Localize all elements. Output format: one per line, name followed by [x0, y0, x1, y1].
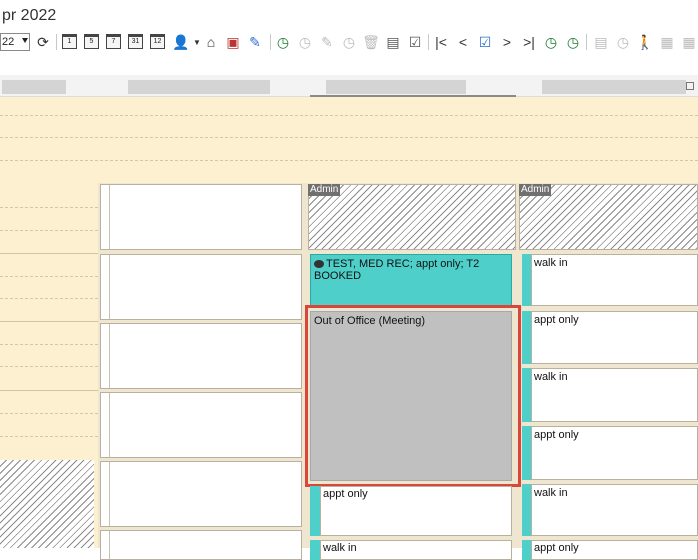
time-slot[interactable]	[100, 530, 302, 560]
appointment-strip	[310, 540, 320, 560]
print-icon: ▤	[594, 33, 608, 50]
home-icon[interactable]: ⌂	[202, 33, 220, 51]
time-divider	[0, 366, 98, 367]
calendar-icon: ▦	[660, 33, 674, 50]
clock-icon: ◷	[298, 33, 312, 50]
appointment-strip	[310, 486, 320, 536]
time-divider	[0, 276, 98, 277]
new-appointment-icon[interactable]: ◷	[274, 33, 292, 51]
week5-view-icon[interactable]: 5	[84, 34, 99, 49]
time-icon: ◷	[616, 33, 630, 50]
admin-label: Admin	[308, 184, 341, 196]
year-view-icon[interactable]: 12	[150, 34, 165, 49]
walk-in-icon[interactable]: 🚶	[636, 33, 654, 51]
admin-label: Admin	[519, 184, 552, 196]
edit-icon: ✎	[321, 33, 333, 50]
appointment[interactable]: appt only	[320, 486, 512, 536]
toolbar-separator	[428, 34, 429, 50]
toolbar-separator	[270, 34, 271, 50]
appointment-text: appt only	[534, 429, 579, 441]
time-slot[interactable]	[100, 461, 302, 527]
clinic-icon[interactable]: ▣	[224, 33, 242, 51]
appointment[interactable]: TEST, MED REC; appt only; T2 BOOKED	[310, 254, 512, 306]
appointment-text: appt only	[323, 488, 368, 500]
assign-user-icon[interactable]: ✎	[246, 33, 264, 51]
column-header-blur	[128, 80, 270, 94]
appointment-text: walk in	[323, 542, 357, 554]
toolbar-separator	[586, 34, 587, 50]
column-header-blur	[2, 80, 66, 94]
time-divider	[0, 436, 98, 437]
time-divider	[0, 390, 98, 391]
date-combo-value: 22	[2, 36, 15, 48]
time-slot[interactable]	[100, 254, 302, 320]
time-divider	[0, 298, 98, 299]
date-combo[interactable]: 22	[0, 33, 30, 51]
day-view-icon[interactable]: 1	[62, 34, 77, 49]
chevron-down-icon[interactable]	[22, 38, 28, 43]
find-slot-user-icon[interactable]: ◷	[564, 33, 582, 51]
today-icon[interactable]: ☑	[476, 33, 494, 51]
time-divider	[0, 413, 98, 414]
first-page-icon[interactable]: |<	[432, 33, 450, 51]
week7-view-icon[interactable]: 7	[106, 34, 121, 49]
schedule-icon[interactable]: ▤	[384, 33, 402, 51]
delete-icon: 🗑	[362, 33, 380, 50]
appointment[interactable]: walk in	[320, 540, 512, 560]
appointment[interactable]: appt only	[531, 540, 698, 560]
all-day-area	[0, 97, 698, 183]
unavailable-block	[0, 460, 94, 548]
move-appointment-icon: ◷	[342, 33, 356, 50]
row-divider	[0, 115, 698, 116]
time-slot[interactable]	[100, 323, 302, 389]
appointment-text: walk in	[534, 371, 568, 383]
find-slot-icon[interactable]: ◷	[542, 33, 560, 51]
appointment-text: TEST, MED REC; appt only; T2 BOOKED	[314, 258, 480, 282]
appointment[interactable]: walk in	[531, 484, 698, 536]
refresh-icon[interactable]: ⟳	[34, 33, 52, 51]
month-view-icon[interactable]: 31	[128, 34, 143, 49]
time-divider	[0, 321, 98, 322]
eye-icon	[314, 260, 324, 269]
time-divider	[0, 344, 98, 345]
time-divider	[0, 253, 98, 254]
appointment-text: Out of Office (Meeting)	[314, 315, 426, 327]
last-page-icon[interactable]: >|	[520, 33, 538, 51]
time-divider	[0, 207, 98, 208]
appointment[interactable]: appt only	[531, 311, 698, 364]
appointment-text: appt only	[534, 542, 579, 554]
appointment-text: walk in	[534, 257, 568, 269]
appointment-text: appt only	[534, 314, 579, 326]
column-header-blur	[326, 80, 466, 94]
appointment-text: walk in	[534, 487, 568, 499]
date-title: pr 2022	[2, 7, 57, 24]
time-slot[interactable]	[100, 184, 302, 250]
column-toggle-icon[interactable]	[686, 82, 694, 90]
appointment[interactable]: appt only	[531, 426, 698, 480]
calendar-add-icon: ▦	[682, 33, 696, 50]
previous-icon[interactable]: <	[454, 33, 472, 51]
row-divider	[0, 137, 698, 138]
time-divider	[0, 230, 98, 231]
row-divider	[0, 160, 698, 161]
next-icon[interactable]: >	[498, 33, 516, 51]
appointment[interactable]: walk in	[531, 368, 698, 422]
checklist-icon[interactable]: ☑	[406, 33, 424, 51]
appointment[interactable]: walk in	[531, 254, 698, 306]
time-slot[interactable]	[100, 392, 302, 458]
appointment-out-of-office[interactable]: Out of Office (Meeting)	[310, 311, 512, 481]
toolbar-separator	[56, 34, 57, 50]
column-header-blur	[542, 80, 686, 94]
